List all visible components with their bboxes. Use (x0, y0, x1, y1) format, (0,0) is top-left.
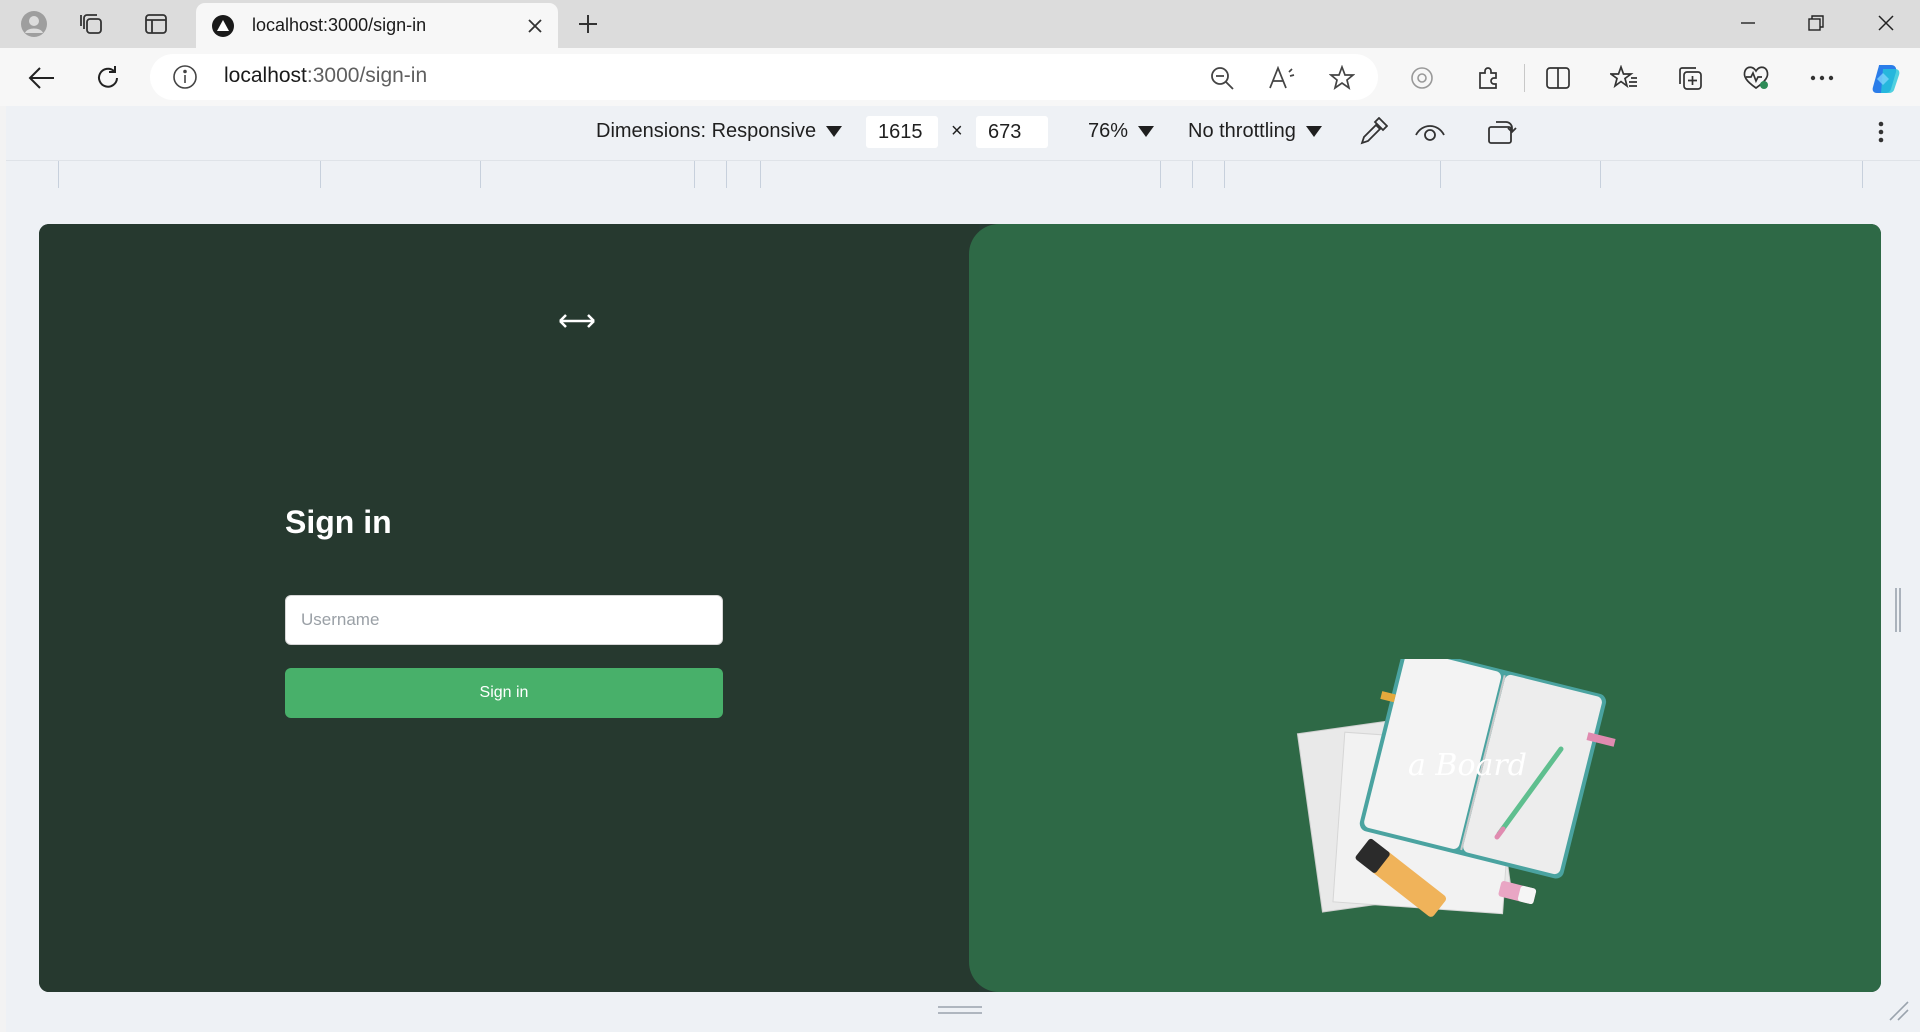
signin-title: Sign in (285, 504, 392, 540)
media-query-ruler[interactable] (6, 160, 1920, 189)
dropdown-caret-icon (1305, 126, 1322, 138)
viewport-height-input[interactable]: 673 (976, 116, 1048, 148)
username-input[interactable] (285, 595, 723, 645)
url-text[interactable]: localhost:3000/sign-in (224, 64, 427, 88)
brand-text: a Board (1408, 748, 1527, 783)
close-tab-icon[interactable] (524, 15, 546, 37)
more-icon[interactable] (1802, 58, 1842, 98)
extension-badge-icon[interactable] (1402, 58, 1442, 98)
dropdown-caret-icon (826, 126, 843, 138)
active-tab[interactable]: localhost:3000/sign-in (196, 3, 558, 48)
resize-cursor-icon (559, 314, 595, 328)
vision-deficiency-icon[interactable] (1414, 117, 1446, 147)
close-window-icon[interactable] (1852, 0, 1920, 46)
vercel-favicon-icon (212, 14, 234, 37)
tab-title: localhost:3000/sign-in (252, 15, 427, 35)
back-arrow-icon[interactable] (22, 58, 62, 98)
throttling-dropdown[interactable]: No throttling (1188, 120, 1322, 143)
star-icon[interactable] (1322, 58, 1362, 98)
corner-resize-handle[interactable] (1886, 998, 1910, 1022)
split-screen-icon[interactable] (1538, 58, 1578, 98)
puzzle-icon[interactable] (1468, 58, 1508, 98)
reload-icon[interactable] (88, 58, 128, 98)
dropdown-caret-icon (1138, 126, 1155, 138)
info-icon[interactable] (172, 64, 198, 90)
copilot-icon[interactable] (1866, 58, 1906, 98)
viewport-width-input[interactable]: 1615 (866, 116, 938, 148)
dimensions-dropdown[interactable]: Dimensions: Responsive (596, 120, 843, 143)
toolbar-divider (1524, 64, 1525, 92)
zoom-out-icon[interactable] (1202, 58, 1242, 98)
rotate-icon[interactable] (1486, 117, 1518, 147)
read-aloud-icon[interactable] (1262, 58, 1302, 98)
zoom-dropdown[interactable]: 76% (1088, 120, 1155, 143)
heart-pulse-icon[interactable] (1736, 58, 1776, 98)
minimize-icon[interactable] (1714, 0, 1782, 46)
device-toolbar-menu-icon[interactable] (1874, 117, 1888, 147)
workspaces-icon[interactable] (70, 7, 114, 41)
emulated-page: Sign in Sign in a Board (39, 224, 1881, 992)
dimension-separator: × (951, 120, 963, 142)
profile-icon[interactable] (12, 7, 56, 41)
device-toolbar (6, 106, 1920, 160)
favorites-icon[interactable] (1604, 58, 1644, 98)
collections-icon[interactable] (1670, 58, 1710, 98)
signin-button[interactable]: Sign in (285, 668, 723, 718)
new-tab-icon[interactable] (570, 9, 606, 39)
eyedropper-icon[interactable] (1358, 117, 1388, 147)
vertical-tabs-icon[interactable] (134, 7, 178, 41)
side-resize-handle[interactable] (1895, 588, 1901, 632)
bottom-resize-handle[interactable] (938, 1005, 982, 1015)
restore-icon[interactable] (1782, 0, 1850, 46)
notebook-illustration (1296, 659, 1616, 917)
